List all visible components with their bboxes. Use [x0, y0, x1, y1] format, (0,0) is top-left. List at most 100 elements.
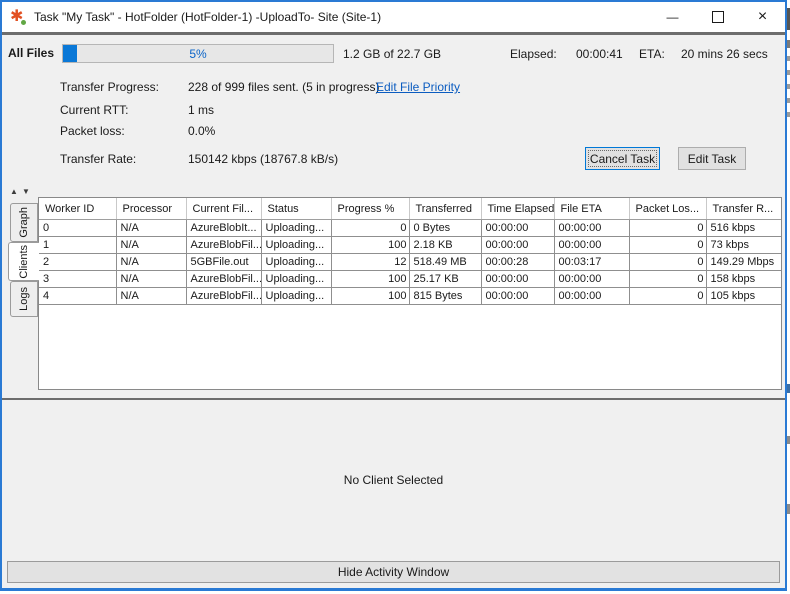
tab-clients-label: Clients	[18, 245, 30, 279]
eta-label: ETA:	[639, 47, 665, 61]
tab-logs[interactable]: Logs	[10, 281, 38, 317]
table-row[interactable]: 3N/AAzureBlobFil...Uploading...10025.17 …	[39, 271, 781, 288]
titlebar[interactable]: ✱ Task "My Task" - HotFolder (HotFolder-…	[2, 2, 785, 32]
table-cell: 00:00:00	[554, 237, 629, 254]
table-row[interactable]: 2N/A5GBFile.outUploading...12518.49 MB00…	[39, 254, 781, 271]
table-cell: 73 kbps	[706, 237, 781, 254]
table-cell: 100	[331, 237, 409, 254]
minimize-icon: —	[667, 11, 679, 23]
table-cell: 00:00:00	[554, 220, 629, 237]
table-row[interactable]: 0N/AAzureBlobIt...Uploading...00 Bytes00…	[39, 220, 781, 237]
table-cell: 00:00:28	[481, 254, 554, 271]
table-cell: 2	[39, 254, 116, 271]
table-cell: 0	[629, 288, 706, 305]
close-button[interactable]: ×	[740, 2, 785, 32]
transfer-rate-label: Transfer Rate:	[60, 152, 136, 166]
table-cell: 2.18 KB	[409, 237, 481, 254]
task-activity-window: ✱ Task "My Task" - HotFolder (HotFolder-…	[0, 0, 787, 591]
splitter-up-icon[interactable]: ▲	[10, 188, 18, 196]
table-body: 0N/AAzureBlobIt...Uploading...00 Bytes00…	[39, 220, 781, 305]
cancel-task-button[interactable]: Cancel Task	[585, 147, 660, 170]
table-cell: Uploading...	[261, 254, 331, 271]
table-cell: 0	[39, 220, 116, 237]
table-row[interactable]: 4N/AAzureBlobFil...Uploading...100815 By…	[39, 288, 781, 305]
table-cell: 00:00:00	[481, 220, 554, 237]
table-cell: 0	[331, 220, 409, 237]
progress-bar: 5%	[62, 44, 334, 63]
table-cell: 00:00:00	[481, 288, 554, 305]
table-cell: 100	[331, 288, 409, 305]
transfer-progress-value: 228 of 999 files sent. (5 in progress)	[188, 80, 379, 94]
transfer-progress-label: Transfer Progress:	[60, 80, 159, 94]
tab-graph[interactable]: Graph	[10, 203, 38, 242]
table-cell: AzureBlobIt...	[186, 220, 261, 237]
col-header[interactable]: Transferred	[409, 198, 481, 220]
table-cell: 516 kbps	[706, 220, 781, 237]
table-cell: AzureBlobFil...	[186, 288, 261, 305]
tab-logs-label: Logs	[18, 287, 30, 311]
maximize-icon	[712, 11, 724, 23]
table-row[interactable]: 1N/AAzureBlobFil...Uploading...1002.18 K…	[39, 237, 781, 254]
table-cell: 100	[331, 271, 409, 288]
transferred-size-text: 1.2 GB of 22.7 GB	[343, 47, 441, 61]
col-header[interactable]: Current Fil...	[186, 198, 261, 220]
col-header[interactable]: Time Elapsed	[481, 198, 554, 220]
table-cell: 0	[629, 271, 706, 288]
col-header[interactable]: File ETA	[554, 198, 629, 220]
table-header: Worker IDProcessorCurrent Fil...StatusPr…	[39, 198, 781, 220]
table-cell: 0	[629, 254, 706, 271]
maximize-button[interactable]	[695, 2, 740, 32]
clients-table: Worker IDProcessorCurrent Fil...StatusPr…	[39, 198, 781, 305]
table-cell: Uploading...	[261, 220, 331, 237]
tab-clients[interactable]: Clients	[8, 242, 39, 281]
summary-panel: All Files 5% 1.2 GB of 22.7 GB Elapsed: …	[2, 35, 785, 187]
table-cell: 1	[39, 237, 116, 254]
table-cell: 4	[39, 288, 116, 305]
edit-file-priority-link[interactable]: Edit File Priority	[376, 80, 460, 94]
col-header[interactable]: Processor	[116, 198, 186, 220]
app-icon: ✱	[10, 9, 27, 26]
table-cell: N/A	[116, 271, 186, 288]
tab-graph-label: Graph	[18, 207, 30, 238]
table-cell: 00:00:00	[554, 288, 629, 305]
col-header[interactable]: Transfer R...	[706, 198, 781, 220]
table-cell: Uploading...	[261, 237, 331, 254]
splitter-down-icon[interactable]: ▼	[22, 188, 30, 196]
table-cell: 0	[629, 237, 706, 254]
window-title: Task "My Task" - HotFolder (HotFolder-1)…	[34, 10, 381, 24]
no-client-text: No Client Selected	[2, 473, 785, 487]
all-files-label: All Files	[8, 46, 54, 60]
table-cell: 00:00:00	[481, 237, 554, 254]
table-cell: 105 kbps	[706, 288, 781, 305]
packet-loss-value: 0.0%	[188, 124, 215, 138]
table-cell: 518.49 MB	[409, 254, 481, 271]
elapsed-value: 00:00:41	[576, 47, 623, 61]
elapsed-label: Elapsed:	[510, 47, 557, 61]
col-header[interactable]: Progress %	[331, 198, 409, 220]
table-cell: 25.17 KB	[409, 271, 481, 288]
col-header[interactable]: Packet Los...	[629, 198, 706, 220]
progress-label: 5%	[63, 47, 333, 61]
edit-task-button[interactable]: Edit Task	[678, 147, 746, 170]
hide-activity-button[interactable]: Hide Activity Window	[7, 561, 780, 583]
table-cell: AzureBlobFil...	[186, 237, 261, 254]
table-cell: N/A	[116, 254, 186, 271]
client-detail-panel: No Client Selected	[2, 400, 785, 560]
packet-loss-label: Packet loss:	[60, 124, 125, 138]
minimize-button[interactable]: —	[650, 2, 695, 32]
table-cell: N/A	[116, 288, 186, 305]
col-header[interactable]: Status	[261, 198, 331, 220]
table-cell: AzureBlobFil...	[186, 271, 261, 288]
table-cell: Uploading...	[261, 288, 331, 305]
table-cell: N/A	[116, 220, 186, 237]
table-cell: 00:00:00	[481, 271, 554, 288]
close-icon: ×	[758, 9, 767, 25]
eta-value: 20 mins 26 secs	[681, 47, 768, 61]
col-header[interactable]: Worker ID	[39, 198, 116, 220]
table-cell: 149.29 Mbps	[706, 254, 781, 271]
table-cell: 5GBFile.out	[186, 254, 261, 271]
table-cell: N/A	[116, 237, 186, 254]
table-cell: 158 kbps	[706, 271, 781, 288]
table-cell: 0	[629, 220, 706, 237]
current-rtt-value: 1 ms	[188, 103, 214, 117]
